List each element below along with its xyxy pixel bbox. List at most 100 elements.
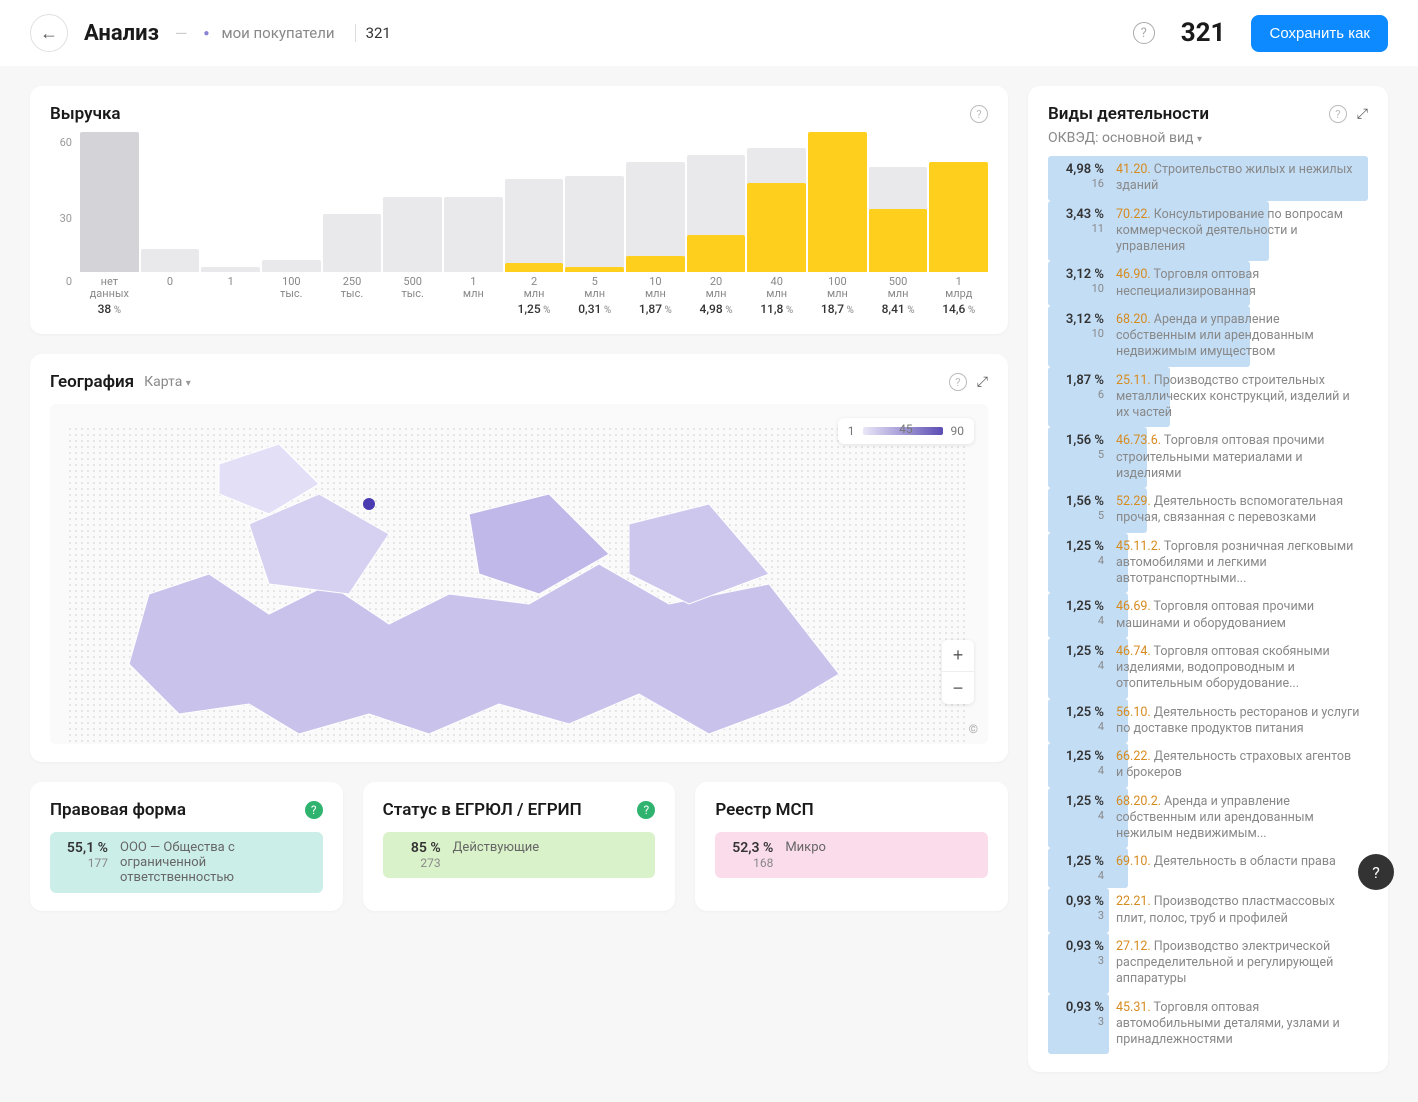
revenue-bar[interactable]: 500тыс. (383, 132, 442, 316)
activity-percent: 1,25 % (1056, 705, 1104, 720)
activity-code: 66.22. (1116, 749, 1151, 764)
revenue-bar[interactable]: 100тыс. (262, 132, 321, 316)
revenue-bar[interactable]: 500млн8,41 % (869, 132, 928, 316)
help-fab[interactable]: ? (1358, 854, 1394, 890)
activity-count: 4 (1056, 869, 1104, 882)
list-item[interactable]: 55,1 %177ООО — Общества с ограниченной о… (50, 832, 323, 893)
activity-code: 68.20. (1116, 312, 1151, 327)
revenue-bar-percent (229, 302, 232, 316)
help-badge-icon[interactable]: ? (305, 801, 323, 819)
activity-count: 6 (1056, 388, 1104, 401)
row-count: 168 (753, 856, 773, 870)
activity-row[interactable]: 1,25 %456.10. Деятельность ресторанов и … (1048, 699, 1368, 744)
geography-mode-selector[interactable]: Карта ▾ (144, 374, 191, 390)
zoom-in-button[interactable]: + (942, 640, 974, 672)
revenue-bar[interactable]: нетданных38 % (80, 132, 139, 316)
activity-row[interactable]: 1,25 %445.11.2. Торговля розничная легко… (1048, 533, 1368, 594)
zoom-out-button[interactable]: − (942, 672, 974, 704)
help-icon[interactable]: ? (949, 373, 967, 391)
activity-percent: 1,25 % (1056, 539, 1104, 554)
activity-text: 68.20.2. Аренда и управление собственным… (1116, 794, 1360, 843)
revenue-bar-percent (351, 302, 354, 316)
status-title: Статус в ЕГРЮЛ / ЕГРИП (383, 800, 582, 820)
activity-count: 10 (1056, 327, 1104, 340)
revenue-bar[interactable]: 1 (201, 132, 260, 316)
activity-count: 4 (1056, 720, 1104, 733)
activity-row[interactable]: 1,56 %552.29. Деятельность вспомогательн… (1048, 488, 1368, 533)
activities-subfilter[interactable]: ОКВЭД: основной вид ▾ (1048, 130, 1368, 146)
activity-row[interactable]: 0,93 %345.31. Торговля оптовая автомобил… (1048, 994, 1368, 1055)
activity-count: 4 (1056, 554, 1104, 567)
activity-row[interactable]: 1,25 %468.20.2. Аренда и управление собс… (1048, 788, 1368, 849)
revenue-bar[interactable]: 2млн1,25 % (505, 132, 564, 316)
revenue-bar-label: 5млн (584, 276, 605, 298)
revenue-bar[interactable]: 10млн1,87 % (626, 132, 685, 316)
activity-percent: 4,98 % (1056, 162, 1104, 177)
revenue-bar-label: 2млн (524, 276, 545, 298)
map[interactable]: 1 45 90 + − © (50, 404, 988, 744)
revenue-bar-percent (472, 302, 475, 316)
row-count: 273 (420, 856, 440, 870)
list-item[interactable]: 52,3 %168Микро (715, 832, 988, 878)
revenue-bar[interactable]: 1млн (444, 132, 503, 316)
revenue-bar-label: 10млн (645, 276, 666, 298)
activity-row[interactable]: 3,12 %1068.20. Аренда и управление собст… (1048, 306, 1368, 367)
save-as-button[interactable]: Сохранить как (1251, 15, 1388, 52)
back-button[interactable]: ← (30, 14, 68, 52)
activity-code: 52.29. (1116, 494, 1151, 509)
geography-title: География (50, 372, 134, 392)
activity-count: 4 (1056, 809, 1104, 822)
help-badge-icon[interactable]: ? (637, 801, 655, 819)
expand-icon[interactable]: ⤢ (977, 374, 988, 390)
revenue-bar-percent: 0,31 % (578, 302, 611, 316)
activity-row[interactable]: 3,43 %11 70.22. Консультирование по вопро… (1048, 201, 1368, 262)
msp-card: Реестр МСП 52,3 %168Микро (695, 782, 1008, 911)
activity-percent: 1,87 % (1056, 373, 1104, 388)
revenue-bar[interactable]: 20млн4,98 % (687, 132, 746, 316)
activity-text: 70.22. Консультирование по вопросам комм… (1116, 207, 1360, 256)
activity-row[interactable]: 0,93 %322.21. Производство пластмассовых… (1048, 888, 1368, 933)
chevron-down-icon: ▾ (186, 378, 191, 389)
activity-row[interactable]: 3,12 %1046.90. Торговля оптовая неспециа… (1048, 261, 1368, 306)
activity-text: 68.20. Аренда и управление собственным и… (1116, 312, 1360, 361)
revenue-bar[interactable]: 0 (141, 132, 200, 316)
activity-row[interactable]: 4,98 %1641.20. Строительство жилых и неж… (1048, 156, 1368, 201)
activity-row[interactable]: 1,87 %625.11. Производство строительных … (1048, 367, 1368, 428)
row-text: Действующие (453, 840, 646, 855)
activity-code: 45.11.2. (1116, 539, 1161, 554)
help-icon[interactable]: ? (1329, 105, 1347, 123)
activity-percent: 3,43 % (1056, 207, 1104, 222)
activity-count: 11 (1056, 222, 1104, 235)
help-icon[interactable]: ? (970, 105, 988, 123)
revenue-bar[interactable]: 40млн11,8 % (747, 132, 806, 316)
revenue-bar[interactable]: 5млн 0,31 % (565, 132, 624, 316)
activity-row[interactable]: 1,25 %466.22. Деятельность страховых аге… (1048, 743, 1368, 788)
expand-icon[interactable]: ⤢ (1357, 106, 1368, 122)
page-title: Анализ (84, 21, 159, 46)
row-text: Микро (785, 840, 978, 855)
help-icon[interactable]: ? (1133, 22, 1155, 44)
activity-row[interactable]: 1,25 %469.10. Деятельность в области пра… (1048, 848, 1368, 888)
activity-count: 4 (1056, 614, 1104, 627)
activity-row[interactable]: 0,93 %327.12. Производство электрической… (1048, 933, 1368, 994)
activities-title: Виды деятельности (1048, 104, 1209, 124)
activity-percent: 1,25 % (1056, 644, 1104, 659)
revenue-bar[interactable]: 1млрд14,6 % (929, 132, 988, 316)
revenue-chart[interactable]: 60 30 0 нетданных38 %0 1 100тыс. 250тыс.… (50, 136, 988, 316)
activity-row[interactable]: 1,25 %446.69. Торговля оптовая прочими м… (1048, 593, 1368, 638)
revenue-bar-label: нетданных (90, 276, 129, 298)
activity-row[interactable]: 1,56 %546.73.6. Торговля оптовая прочими… (1048, 427, 1368, 488)
activity-text: 69.10. Деятельность в области права (1116, 854, 1360, 870)
activity-count: 3 (1056, 909, 1104, 922)
bottom-row: Правовая форма ? 55,1 %177ООО — Общества… (30, 762, 1008, 911)
activity-row[interactable]: 1,25 %446.74. Торговля оптовая скобяными… (1048, 638, 1368, 699)
dash: — (175, 24, 188, 43)
list-item[interactable]: 85 %273 Действующие (383, 832, 656, 878)
row-percent: 85 % (411, 840, 441, 856)
activity-code: 25.11. (1116, 373, 1151, 388)
revenue-bar-percent: 4,98 % (700, 302, 733, 316)
revenue-bar-percent: 18,7 % (821, 302, 854, 316)
revenue-bar[interactable]: 250тыс. (323, 132, 382, 316)
activity-code: 68.20.2. (1116, 794, 1161, 809)
revenue-bar[interactable]: 100млн18,7 % (808, 132, 867, 316)
